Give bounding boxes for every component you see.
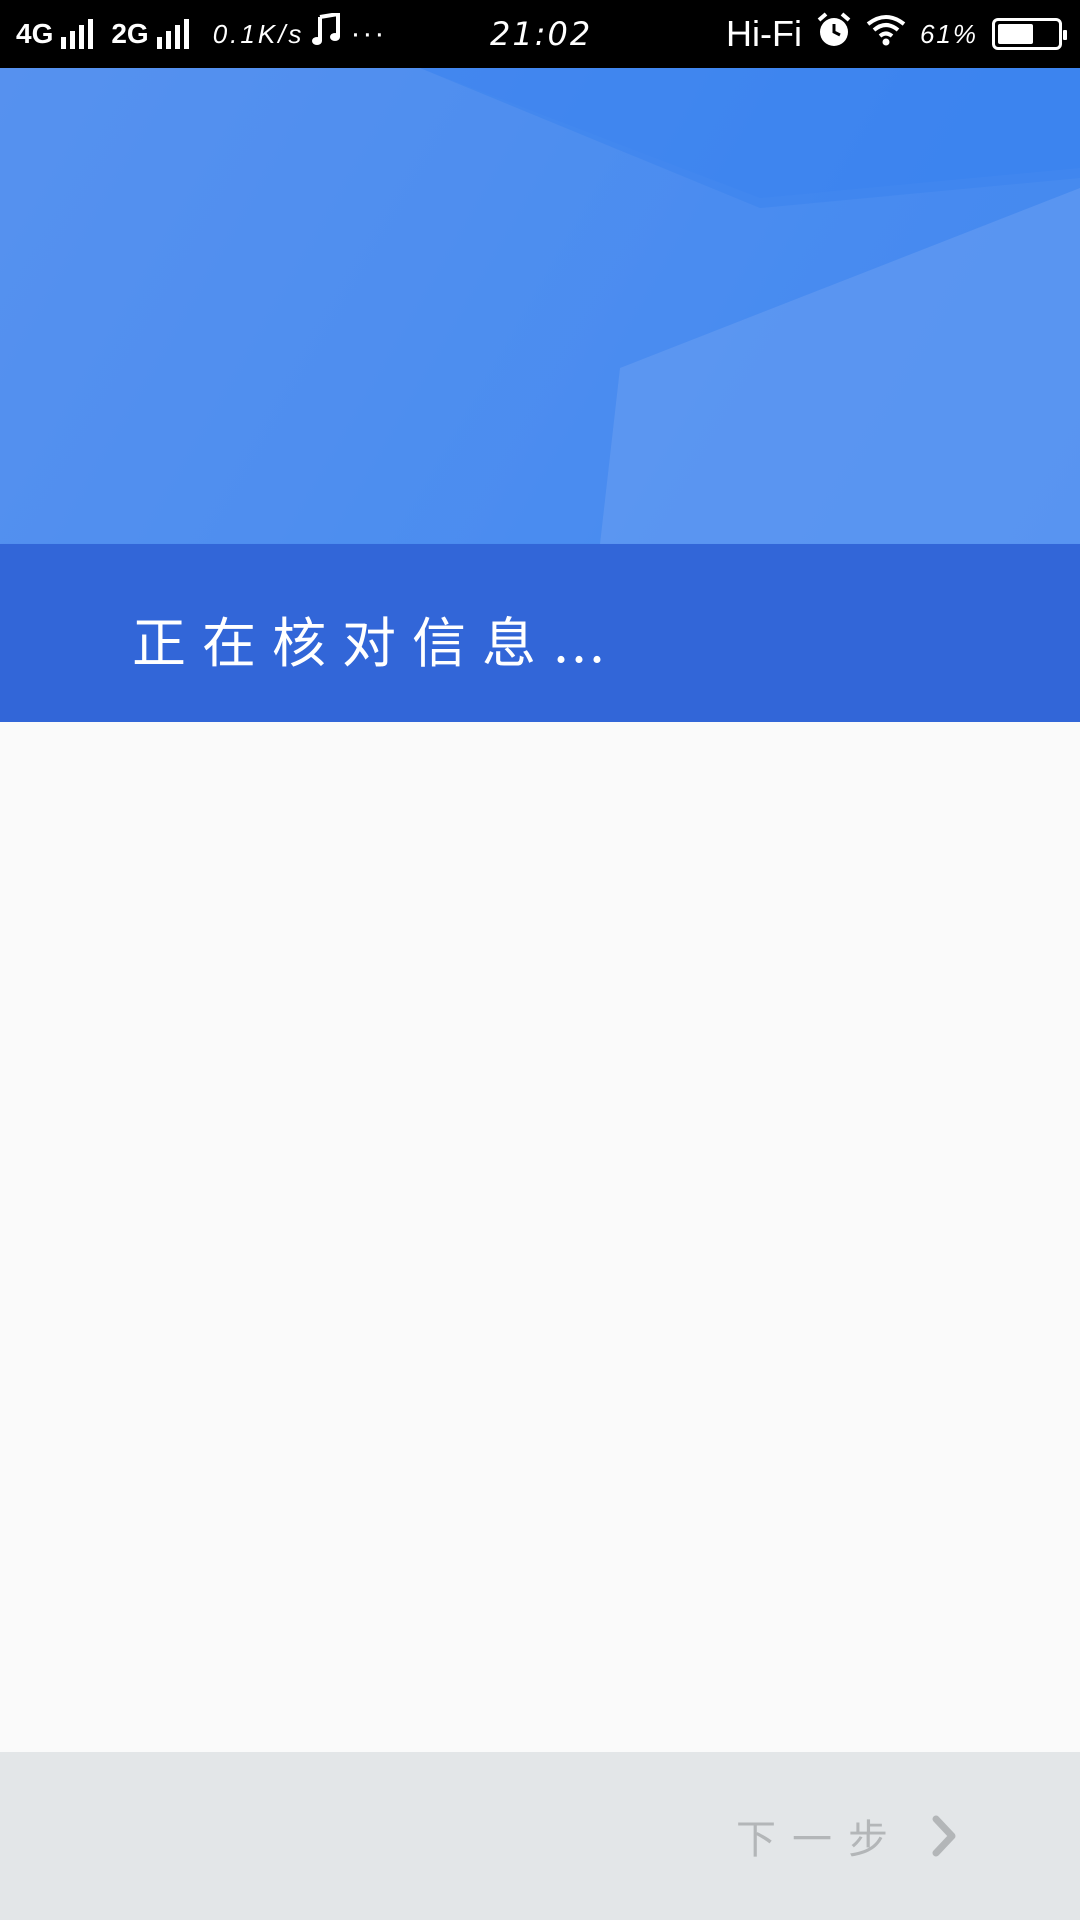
network-type-2: 2G bbox=[111, 18, 149, 49]
next-step-label: 下一步 bbox=[736, 1817, 904, 1863]
battery-percent: 61% bbox=[919, 18, 978, 49]
header-background bbox=[0, 68, 1080, 544]
status-bar-right: Hi-Fi 61% bbox=[725, 0, 1067, 68]
hifi-label: Hi-Fi bbox=[725, 13, 802, 54]
network-speed: 0.1K/s bbox=[212, 18, 305, 49]
chevron-right-icon bbox=[932, 1815, 956, 1857]
verification-status-text: 正在核对信息… bbox=[132, 612, 622, 675]
network-type-1: 4G bbox=[16, 18, 54, 49]
music-note-icon bbox=[312, 11, 342, 55]
more-notifications: ··· bbox=[350, 17, 387, 50]
battery-level bbox=[998, 24, 1034, 44]
wifi-icon bbox=[866, 14, 906, 54]
battery-icon bbox=[992, 18, 1067, 50]
signal-icon bbox=[61, 19, 94, 49]
bottom-bar: 下一步 bbox=[0, 1752, 1080, 1920]
next-step-button[interactable]: 下一步 bbox=[736, 1806, 960, 1866]
header-decoration bbox=[0, 68, 1080, 544]
clock: 21:02 bbox=[490, 15, 593, 53]
status-bar-left: 4G 2G 0.1K/s ··· bbox=[16, 0, 386, 68]
status-bar: 4G 2G 0.1K/s ··· 21:02 Hi-Fi 61% bbox=[0, 0, 1080, 68]
signal-icon bbox=[156, 19, 189, 49]
content-area bbox=[0, 722, 1080, 1752]
alarm-icon bbox=[816, 12, 852, 56]
status-banner: 正在核对信息… bbox=[0, 544, 1080, 722]
